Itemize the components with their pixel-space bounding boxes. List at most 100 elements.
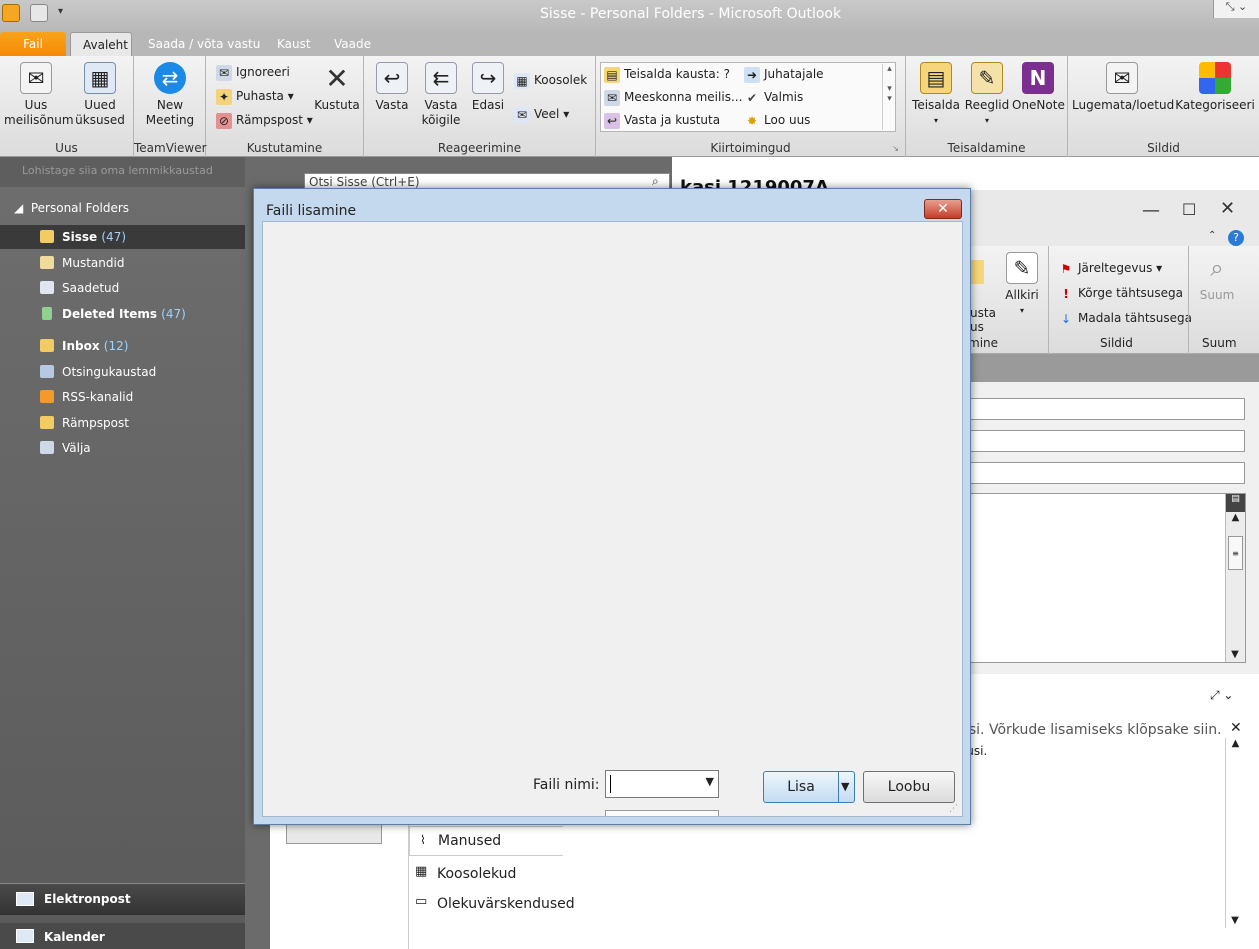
search-icon[interactable]: ⌕ bbox=[652, 174, 659, 189]
signature-button[interactable]: ✎ Allkiri ▾ bbox=[1000, 252, 1044, 318]
tab-status-updates[interactable]: ▭ Olekuvärskendused bbox=[409, 890, 575, 918]
collapse-ribbon-icon[interactable]: ⌃ bbox=[1208, 230, 1216, 241]
more-icon: ✉ bbox=[514, 106, 530, 123]
expand-icon[interactable]: ⤢ ⌄ bbox=[1210, 688, 1233, 703]
tab-meetings[interactable]: ▦ Koosolekud bbox=[409, 860, 563, 888]
folder-mustandid[interactable]: Mustandid bbox=[0, 251, 245, 275]
rules-button[interactable]: ✎ Reeglid ▾ bbox=[962, 62, 1012, 128]
group-move: ▤ Teisalda ▾ ✎ Reeglid ▾ N OneNote Teisa… bbox=[906, 56, 1068, 157]
reply-delete-icon: ↩ bbox=[604, 112, 620, 129]
resize-grip-icon[interactable]: ⋰ bbox=[949, 804, 958, 814]
subject-field[interactable] bbox=[960, 462, 1245, 484]
junk-icon: ⊘ bbox=[216, 112, 232, 129]
categorize-icon bbox=[1199, 62, 1231, 94]
new-items-button[interactable]: ▦ Uued üksused bbox=[70, 62, 130, 128]
move-folder-icon: ▤ bbox=[604, 66, 620, 83]
folder-sisse[interactable]: Sisse (47) bbox=[0, 225, 245, 249]
attach-item-icon[interactable] bbox=[970, 260, 984, 284]
people-scrollbar[interactable]: ▲ ▼ bbox=[1225, 738, 1245, 928]
quick-step-create-new[interactable]: ✸ Loo uus bbox=[744, 110, 810, 130]
low-importance-icon: ↓ bbox=[1060, 311, 1072, 326]
close-social-icon[interactable]: ✕ bbox=[1230, 720, 1242, 736]
folder-rss-feeds[interactable]: RSS-kanalid bbox=[0, 385, 245, 409]
quick-step-done[interactable]: ✔ Valmis bbox=[744, 87, 803, 107]
reply-all-button[interactable]: ⇇ Vasta kõigile bbox=[416, 62, 466, 128]
rules-icon: ✎ bbox=[971, 62, 1003, 94]
cancel-button[interactable]: Loobu bbox=[863, 771, 955, 803]
move-button[interactable]: ▤ Teisalda ▾ bbox=[910, 62, 962, 128]
forward-button[interactable]: ↪ Edasi bbox=[466, 62, 510, 113]
clean-up-icon: ✦ bbox=[216, 88, 232, 105]
text-caret bbox=[610, 775, 611, 793]
minimize-icon[interactable]: — bbox=[1142, 200, 1160, 221]
search-folder-icon bbox=[40, 365, 54, 378]
meeting-icon: ▦ bbox=[514, 72, 530, 89]
dialog-close-button[interactable]: ✕ bbox=[924, 199, 962, 219]
folder-search-folders[interactable]: Otsingukaustad bbox=[0, 360, 245, 384]
body-editor[interactable] bbox=[960, 493, 1246, 663]
quick-step-move-to[interactable]: ▤ Teisalda kausta: ? bbox=[604, 64, 730, 84]
tab-view[interactable]: Vaade bbox=[322, 32, 383, 56]
insert-button[interactable]: Lisa ▼ bbox=[763, 771, 855, 803]
low-importance-button[interactable]: ↓ Madala tähtsusega bbox=[1058, 308, 1192, 328]
unread-read-button[interactable]: ✉ Lugemata/loetud bbox=[1072, 62, 1174, 113]
ignore-button[interactable]: ✉ Ignoreeri bbox=[216, 62, 290, 82]
clean-up-button[interactable]: ✦ Puhasta ▾ bbox=[216, 86, 294, 106]
filename-combobox[interactable]: ▼ bbox=[605, 770, 719, 798]
categorize-button[interactable]: Kategoriseeri bbox=[1172, 62, 1258, 113]
personal-folders-root[interactable]: ◢ Personal Folders bbox=[14, 201, 129, 215]
zoom-button[interactable]: ⌕ Suum bbox=[1192, 252, 1242, 303]
reply-icon: ↩ bbox=[376, 62, 408, 94]
maximize-icon[interactable]: ☐ bbox=[1182, 200, 1196, 219]
calendar-icon: ▦ bbox=[84, 62, 116, 94]
quick-step-to-manager[interactable]: ➜ Juhatajale bbox=[744, 64, 824, 84]
close-icon[interactable]: ✕ bbox=[1220, 198, 1235, 219]
chevron-down-icon[interactable]: ▼ bbox=[706, 775, 714, 788]
trash-icon bbox=[42, 307, 52, 320]
tab-file[interactable]: Fail bbox=[0, 32, 66, 56]
nav-calendar[interactable]: Kalender bbox=[0, 923, 245, 949]
junk-button[interactable]: ⊘ Rämpspost ▾ bbox=[216, 110, 313, 130]
folder-outbox[interactable]: Välja bbox=[0, 436, 245, 460]
cc-field[interactable] bbox=[960, 430, 1245, 452]
move-folder-icon: ▤ bbox=[920, 62, 952, 94]
group-quick-steps: ▤ Teisalda kausta: ? ✉ Meeskonna meilis...… bbox=[596, 56, 906, 157]
folder-deleted-items[interactable]: Deleted Items (47) bbox=[0, 302, 245, 326]
onenote-button[interactable]: N OneNote bbox=[1012, 62, 1065, 113]
high-importance-button[interactable]: ! Kõrge tähtsusega bbox=[1058, 283, 1183, 303]
gallery-scroll[interactable]: ▴ ▾ ▾ bbox=[882, 64, 896, 130]
quick-step-team-email[interactable]: ✉ Meeskonna meilis... bbox=[604, 87, 742, 107]
tab-attachments[interactable]: ⌇ Manused bbox=[409, 826, 563, 856]
reply-button[interactable]: ↩ Vasta bbox=[370, 62, 414, 113]
meeting-button[interactable]: ▦ Koosolek bbox=[514, 70, 587, 90]
dialog-launcher-icon[interactable]: ↘ bbox=[892, 144, 899, 153]
checkmark-icon: ✔ bbox=[746, 90, 758, 105]
quick-step-reply-delete[interactable]: ↩ Vasta ja kustuta bbox=[604, 110, 720, 130]
more-respond-button[interactable]: ✉ Veel ▾ bbox=[514, 104, 569, 124]
nav-mail[interactable]: Elektronpost bbox=[0, 883, 245, 915]
high-importance-icon: ! bbox=[1063, 286, 1069, 301]
body-scrollbar[interactable]: ▤ ▲ ≡ ▼ bbox=[1225, 494, 1245, 662]
teamviewer-icon: ⇄ bbox=[154, 62, 186, 94]
insert-dropdown-icon[interactable]: ▼ bbox=[841, 772, 849, 802]
insert-file-dialog: Faili lisamine ✕ Faili nimi: ▼ Lisa ▼ Lo… bbox=[253, 188, 971, 825]
folder-inbox[interactable]: Inbox (12) bbox=[0, 334, 245, 358]
new-email-button[interactable]: ✉ Uus meilisõnum bbox=[4, 62, 74, 128]
dialog-body: Faili nimi: ▼ Lisa ▼ Loobu ⋰ bbox=[262, 221, 963, 817]
help-icon[interactable]: ? bbox=[1228, 230, 1244, 246]
to-field[interactable] bbox=[960, 398, 1245, 420]
tab-home[interactable]: Avaleht bbox=[70, 32, 132, 56]
folder-saadetud[interactable]: Saadetud bbox=[0, 276, 245, 300]
group-delete: ✉ Ignoreeri ✦ Puhasta ▾ ⊘ Rämpspost ▾ ✕ Kus… bbox=[206, 56, 364, 157]
reading-pane-header: kasi 1219007A bbox=[672, 157, 1259, 190]
delete-button[interactable]: ✕ Kustuta bbox=[312, 62, 362, 113]
ribbon-minimize-icon[interactable]: ⤡ ⌄ bbox=[1213, 0, 1259, 18]
filename-label: Faili nimi: bbox=[533, 777, 600, 793]
folder-icon bbox=[40, 339, 54, 352]
new-meeting-button[interactable]: ⇄ New Meeting bbox=[138, 62, 202, 128]
tab-folder[interactable]: Kaust bbox=[265, 32, 323, 56]
folder-junk[interactable]: Rämpspost bbox=[0, 411, 245, 435]
tab-send-receive[interactable]: Saada / võta vastu bbox=[136, 32, 272, 56]
followup-button[interactable]: ⚑ Järeltegevus ▾ bbox=[1058, 258, 1163, 278]
file-type-combobox[interactable] bbox=[605, 810, 719, 816]
